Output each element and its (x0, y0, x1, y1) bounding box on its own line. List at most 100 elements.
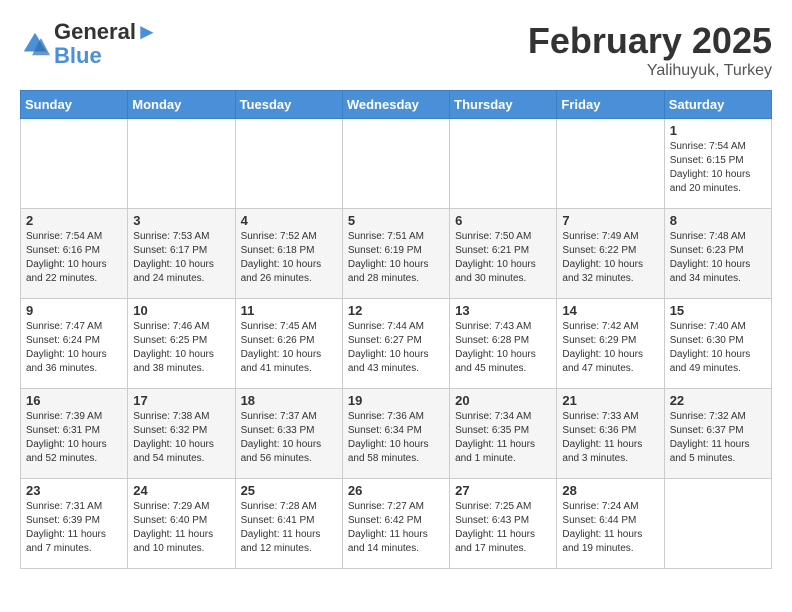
day-cell: 17 Sunrise: 7:38 AM Sunset: 6:32 PM Dayli… (128, 389, 235, 479)
week-row-1: 1Sunrise: 7:54 AM Sunset: 6:15 PM Daylig… (21, 119, 772, 209)
calendar-table: SundayMondayTuesdayWednesdayThursdayFrid… (20, 90, 772, 569)
day-number: 25 (241, 483, 337, 498)
day-cell (664, 479, 771, 569)
day-info: Sunrise: 7:34 AM Sunset: 6:35 PM Dayligh… (455, 410, 551, 466)
day-cell: 3 Sunrise: 7:53 AM Sunset: 6:17 PM Daylig… (128, 209, 235, 299)
weekday-header-row: SundayMondayTuesdayWednesdayThursdayFrid… (21, 91, 772, 119)
day-cell: 23 Sunrise: 7:31 AM Sunset: 6:39 PM Dayli… (21, 479, 128, 569)
day-number: 11 (241, 303, 337, 318)
day-number: 6 (455, 213, 551, 228)
day-number: 21 (562, 393, 658, 408)
day-number: 4 (241, 213, 337, 228)
day-cell: 10Sunrise: 7:46 AM Sunset: 6:25 PM Dayli… (128, 299, 235, 389)
week-row-5: 23 Sunrise: 7:31 AM Sunset: 6:39 PM Dayli… (21, 479, 772, 569)
weekday-header-wednesday: Wednesday (342, 91, 449, 119)
day-info: Sunrise: 7:31 AM Sunset: 6:39 PM Dayligh… (26, 500, 122, 556)
day-number: 14 (562, 303, 658, 318)
logo-text: General►Blue (54, 20, 158, 68)
day-number: 19 (348, 393, 444, 408)
day-cell: 15Sunrise: 7:40 AM Sunset: 6:30 PM Dayli… (664, 299, 771, 389)
day-info: Sunrise: 7:39 AM Sunset: 6:31 PM Dayligh… (26, 410, 122, 466)
day-cell (450, 119, 557, 209)
day-cell (557, 119, 664, 209)
day-cell: 9 Sunrise: 7:47 AM Sunset: 6:24 PM Daylig… (21, 299, 128, 389)
day-number: 20 (455, 393, 551, 408)
day-number: 3 (133, 213, 229, 228)
weekday-header-monday: Monday (128, 91, 235, 119)
week-row-4: 16 Sunrise: 7:39 AM Sunset: 6:31 PM Dayli… (21, 389, 772, 479)
day-info: Sunrise: 7:29 AM Sunset: 6:40 PM Dayligh… (133, 500, 229, 556)
day-cell: 25 Sunrise: 7:28 AM Sunset: 6:41 PM Dayli… (235, 479, 342, 569)
location: Yalihuyuk, Turkey (528, 62, 772, 80)
day-info: Sunrise: 7:27 AM Sunset: 6:42 PM Dayligh… (348, 500, 444, 556)
day-cell (235, 119, 342, 209)
day-cell: 6 Sunrise: 7:50 AM Sunset: 6:21 PM Daylig… (450, 209, 557, 299)
day-cell: 22Sunrise: 7:32 AM Sunset: 6:37 PM Dayli… (664, 389, 771, 479)
week-row-2: 2 Sunrise: 7:54 AM Sunset: 6:16 PM Daylig… (21, 209, 772, 299)
day-info: Sunrise: 7:50 AM Sunset: 6:21 PM Dayligh… (455, 230, 551, 286)
day-info: Sunrise: 7:49 AM Sunset: 6:22 PM Dayligh… (562, 230, 658, 286)
day-cell: 18 Sunrise: 7:37 AM Sunset: 6:33 PM Dayli… (235, 389, 342, 479)
day-info: Sunrise: 7:44 AM Sunset: 6:27 PM Dayligh… (348, 320, 444, 376)
day-cell: 21Sunrise: 7:33 AM Sunset: 6:36 PM Dayli… (557, 389, 664, 479)
day-info: Sunrise: 7:52 AM Sunset: 6:18 PM Dayligh… (241, 230, 337, 286)
day-info: Sunrise: 7:53 AM Sunset: 6:17 PM Dayligh… (133, 230, 229, 286)
day-info: Sunrise: 7:54 AM Sunset: 6:16 PM Dayligh… (26, 230, 122, 286)
day-cell: 27 Sunrise: 7:25 AM Sunset: 6:43 PM Dayli… (450, 479, 557, 569)
day-cell: 20 Sunrise: 7:34 AM Sunset: 6:35 PM Dayli… (450, 389, 557, 479)
day-cell (128, 119, 235, 209)
day-number: 2 (26, 213, 122, 228)
day-number: 16 (26, 393, 122, 408)
day-number: 7 (562, 213, 658, 228)
day-info: Sunrise: 7:47 AM Sunset: 6:24 PM Dayligh… (26, 320, 122, 376)
day-cell: 4 Sunrise: 7:52 AM Sunset: 6:18 PM Daylig… (235, 209, 342, 299)
day-number: 10 (133, 303, 229, 318)
day-info: Sunrise: 7:25 AM Sunset: 6:43 PM Dayligh… (455, 500, 551, 556)
day-number: 9 (26, 303, 122, 318)
day-number: 27 (455, 483, 551, 498)
day-info: Sunrise: 7:54 AM Sunset: 6:15 PM Dayligh… (670, 140, 766, 196)
week-row-3: 9 Sunrise: 7:47 AM Sunset: 6:24 PM Daylig… (21, 299, 772, 389)
day-number: 22 (670, 393, 766, 408)
day-number: 15 (670, 303, 766, 318)
day-info: Sunrise: 7:45 AM Sunset: 6:26 PM Dayligh… (241, 320, 337, 376)
day-info: Sunrise: 7:43 AM Sunset: 6:28 PM Dayligh… (455, 320, 551, 376)
day-info: Sunrise: 7:38 AM Sunset: 6:32 PM Dayligh… (133, 410, 229, 466)
day-number: 18 (241, 393, 337, 408)
day-number: 24 (133, 483, 229, 498)
weekday-header-tuesday: Tuesday (235, 91, 342, 119)
weekday-header-thursday: Thursday (450, 91, 557, 119)
weekday-header-sunday: Sunday (21, 91, 128, 119)
title-block: February 2025 Yalihuyuk, Turkey (528, 20, 772, 80)
day-cell: 2 Sunrise: 7:54 AM Sunset: 6:16 PM Daylig… (21, 209, 128, 299)
day-number: 5 (348, 213, 444, 228)
day-cell (21, 119, 128, 209)
day-number: 26 (348, 483, 444, 498)
day-info: Sunrise: 7:37 AM Sunset: 6:33 PM Dayligh… (241, 410, 337, 466)
day-cell: 24 Sunrise: 7:29 AM Sunset: 6:40 PM Dayli… (128, 479, 235, 569)
day-cell: 16 Sunrise: 7:39 AM Sunset: 6:31 PM Dayli… (21, 389, 128, 479)
weekday-header-saturday: Saturday (664, 91, 771, 119)
logo: General►Blue (20, 20, 158, 68)
day-number: 17 (133, 393, 229, 408)
weekday-header-friday: Friday (557, 91, 664, 119)
day-info: Sunrise: 7:48 AM Sunset: 6:23 PM Dayligh… (670, 230, 766, 286)
day-cell: 13 Sunrise: 7:43 AM Sunset: 6:28 PM Dayli… (450, 299, 557, 389)
day-info: Sunrise: 7:42 AM Sunset: 6:29 PM Dayligh… (562, 320, 658, 376)
day-cell: 8 Sunrise: 7:48 AM Sunset: 6:23 PM Daylig… (664, 209, 771, 299)
day-number: 13 (455, 303, 551, 318)
day-info: Sunrise: 7:28 AM Sunset: 6:41 PM Dayligh… (241, 500, 337, 556)
day-number: 23 (26, 483, 122, 498)
day-cell (342, 119, 449, 209)
day-info: Sunrise: 7:51 AM Sunset: 6:19 PM Dayligh… (348, 230, 444, 286)
day-cell: 14 Sunrise: 7:42 AM Sunset: 6:29 PM Dayli… (557, 299, 664, 389)
day-number: 8 (670, 213, 766, 228)
day-cell: 12 Sunrise: 7:44 AM Sunset: 6:27 PM Dayli… (342, 299, 449, 389)
day-cell: 11 Sunrise: 7:45 AM Sunset: 6:26 PM Dayli… (235, 299, 342, 389)
day-cell: 28Sunrise: 7:24 AM Sunset: 6:44 PM Dayli… (557, 479, 664, 569)
page-header: General►Blue February 2025 Yalihuyuk, Tu… (20, 20, 772, 80)
month-title: February 2025 (528, 20, 772, 62)
day-number: 12 (348, 303, 444, 318)
day-info: Sunrise: 7:36 AM Sunset: 6:34 PM Dayligh… (348, 410, 444, 466)
day-number: 28 (562, 483, 658, 498)
